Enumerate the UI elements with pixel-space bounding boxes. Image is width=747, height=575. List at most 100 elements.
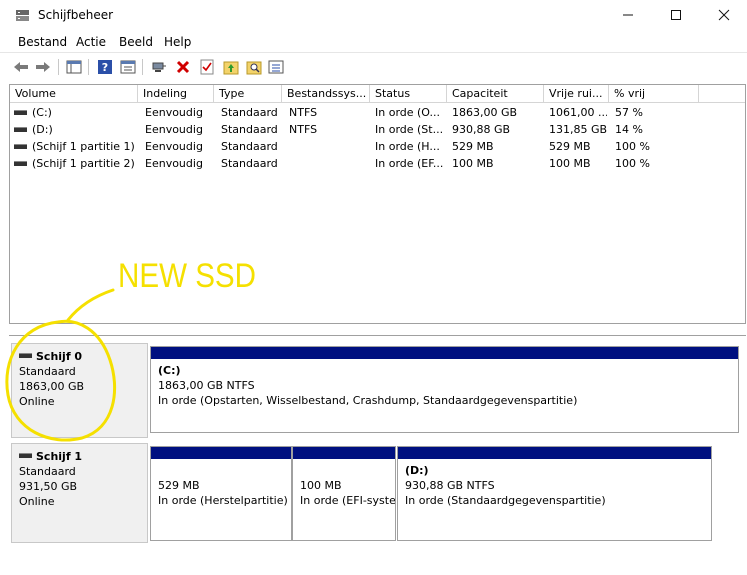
drive-icon bbox=[14, 160, 27, 166]
cell-volume: (C:) bbox=[14, 106, 138, 119]
maximize-icon bbox=[671, 10, 681, 20]
menu-bestand[interactable]: Bestand bbox=[18, 35, 67, 49]
menu-actie[interactable]: Actie bbox=[76, 35, 106, 49]
disk-1-name: Schijf 1 bbox=[19, 450, 147, 463]
console-tree-icon[interactable] bbox=[65, 58, 83, 76]
window-title: Schijfbeheer bbox=[38, 8, 114, 22]
partition-title bbox=[158, 463, 291, 478]
cell-vrije-ruimte: 529 MB bbox=[549, 140, 591, 153]
search-folder-icon[interactable] bbox=[245, 58, 263, 76]
partition-size: 1863,00 GB NTFS bbox=[158, 379, 255, 392]
help-icon[interactable]: ? bbox=[96, 58, 114, 76]
back-arrow-icon[interactable] bbox=[12, 58, 30, 76]
disk-0-state: Online bbox=[19, 395, 55, 408]
minimize-button[interactable] bbox=[604, 0, 652, 30]
table-row[interactable]: (C:) Eenvoudig Standaard NTFS In orde (O… bbox=[10, 104, 745, 121]
menu-help[interactable]: Help bbox=[164, 35, 191, 49]
cell-bestandssysteem: NTFS bbox=[289, 123, 318, 136]
volume-list: Volume Indeling Type Bestandssys... Stat… bbox=[9, 84, 746, 324]
check-icon[interactable] bbox=[198, 58, 216, 76]
cell-vrije-ruimte: 1061,00 ... bbox=[549, 106, 607, 119]
cell-procent-vrij: 14 % bbox=[615, 123, 643, 136]
partition-status: In orde (Opstarten, Wisselbestand, Crash… bbox=[158, 394, 578, 407]
column-type[interactable]: Type bbox=[214, 85, 282, 103]
cell-indeling: Eenvoudig bbox=[145, 157, 203, 170]
partition-title: (C:) bbox=[158, 364, 181, 377]
disk-management-app-icon bbox=[16, 10, 29, 21]
partition-d-body: (D:) 930,88 GB NTFS In orde (Standaardge… bbox=[398, 459, 711, 508]
disk-1-size: 931,50 GB bbox=[19, 480, 78, 493]
toolbar: ? bbox=[0, 53, 747, 81]
cell-status: In orde (EF... bbox=[375, 157, 444, 170]
cell-indeling: Eenvoudig bbox=[145, 140, 203, 153]
cell-procent-vrij: 100 % bbox=[615, 157, 650, 170]
partition-bar bbox=[151, 347, 738, 359]
toolbar-separator bbox=[88, 59, 89, 75]
column-volume[interactable]: Volume bbox=[10, 85, 138, 103]
cell-type: Standaard bbox=[221, 106, 278, 119]
forward-arrow-icon[interactable] bbox=[34, 58, 52, 76]
folder-up-icon[interactable] bbox=[222, 58, 240, 76]
disk-graphical-view: Schijf 0 Standaard 1863,00 GB Online (C:… bbox=[9, 335, 746, 575]
table-row[interactable]: (Schijf 1 partitie 1) Eenvoudig Standaar… bbox=[10, 138, 745, 155]
drive-icon bbox=[14, 126, 27, 132]
column-procent-vrij[interactable]: % vrij bbox=[609, 85, 699, 103]
partition-size: 100 MB bbox=[300, 479, 342, 492]
cell-vrije-ruimte: 131,85 GB bbox=[549, 123, 607, 136]
cell-capaciteit: 100 MB bbox=[452, 157, 494, 170]
cell-capaciteit: 930,88 GB bbox=[452, 123, 511, 136]
column-bestandssysteem[interactable]: Bestandssys... bbox=[282, 85, 370, 103]
cell-bestandssysteem: NTFS bbox=[289, 106, 318, 119]
partition-bar bbox=[293, 447, 395, 459]
disk-0-label[interactable]: Schijf 0 Standaard 1863,00 GB Online bbox=[11, 343, 148, 438]
maximize-button[interactable] bbox=[652, 0, 700, 30]
cell-capaciteit: 529 MB bbox=[452, 140, 494, 153]
partition-d[interactable]: (D:) 930,88 GB NTFS In orde (Standaardge… bbox=[397, 446, 712, 541]
partition-title: (D:) bbox=[405, 464, 429, 477]
drive-icon bbox=[19, 353, 32, 358]
cell-indeling: Eenvoudig bbox=[145, 106, 203, 119]
list-icon[interactable] bbox=[267, 58, 285, 76]
cell-status: In orde (H... bbox=[375, 140, 440, 153]
column-vrije-ruimte[interactable]: Vrije rui... bbox=[544, 85, 609, 103]
partition-efi[interactable]: 100 MB In orde (EFI-systeempartitie) bbox=[292, 446, 396, 541]
cell-indeling: Eenvoudig bbox=[145, 123, 203, 136]
partition-title bbox=[300, 463, 395, 478]
partition-status: In orde (Herstelpartitie) bbox=[158, 494, 288, 507]
column-indeling[interactable]: Indeling bbox=[138, 85, 214, 103]
cell-type: Standaard bbox=[221, 123, 278, 136]
partition-c[interactable]: (C:) 1863,00 GB NTFS In orde (Opstarten,… bbox=[150, 346, 739, 433]
column-capaciteit[interactable]: Capaciteit bbox=[447, 85, 544, 103]
partition-status: In orde (Standaardgegevenspartitie) bbox=[405, 494, 606, 507]
partition-recovery-body: 529 MB In orde (Herstelpartitie) bbox=[151, 459, 291, 508]
disk-1-label[interactable]: Schijf 1 Standaard 931,50 GB Online bbox=[11, 443, 148, 543]
partition-recovery[interactable]: 529 MB In orde (Herstelpartitie) bbox=[150, 446, 292, 541]
cell-vrije-ruimte: 100 MB bbox=[549, 157, 591, 170]
cell-type: Standaard bbox=[221, 140, 278, 153]
table-row[interactable]: (Schijf 1 partitie 2) Eenvoudig Standaar… bbox=[10, 155, 745, 172]
cell-status: In orde (O... bbox=[375, 106, 441, 119]
toolbar-separator bbox=[58, 59, 59, 75]
disk-0-size: 1863,00 GB bbox=[19, 380, 85, 393]
volume-list-header: Volume Indeling Type Bestandssys... Stat… bbox=[10, 85, 745, 103]
column-status[interactable]: Status bbox=[370, 85, 447, 103]
close-button[interactable] bbox=[700, 0, 747, 30]
minimize-icon bbox=[623, 14, 633, 16]
disk-1-type: Standaard bbox=[19, 465, 76, 478]
cell-volume: (Schijf 1 partitie 2) bbox=[14, 157, 138, 170]
delete-icon[interactable] bbox=[174, 58, 192, 76]
drive-icon bbox=[14, 109, 27, 115]
properties-icon[interactable] bbox=[119, 58, 137, 76]
menu-bar: Bestand Actie Beeld Help bbox=[0, 32, 747, 52]
partition-efi-body: 100 MB In orde (EFI-systeempartitie) bbox=[293, 459, 395, 508]
partition-bar bbox=[151, 447, 291, 459]
connect-icon[interactable] bbox=[150, 58, 168, 76]
disk-0-type: Standaard bbox=[19, 365, 76, 378]
drive-icon bbox=[19, 453, 32, 458]
menu-beeld[interactable]: Beeld bbox=[119, 35, 153, 49]
drive-icon bbox=[14, 143, 27, 149]
table-row[interactable]: (D:) Eenvoudig Standaard NTFS In orde (S… bbox=[10, 121, 745, 138]
cell-procent-vrij: 57 % bbox=[615, 106, 643, 119]
close-icon bbox=[718, 9, 730, 21]
partition-bar bbox=[398, 447, 711, 459]
